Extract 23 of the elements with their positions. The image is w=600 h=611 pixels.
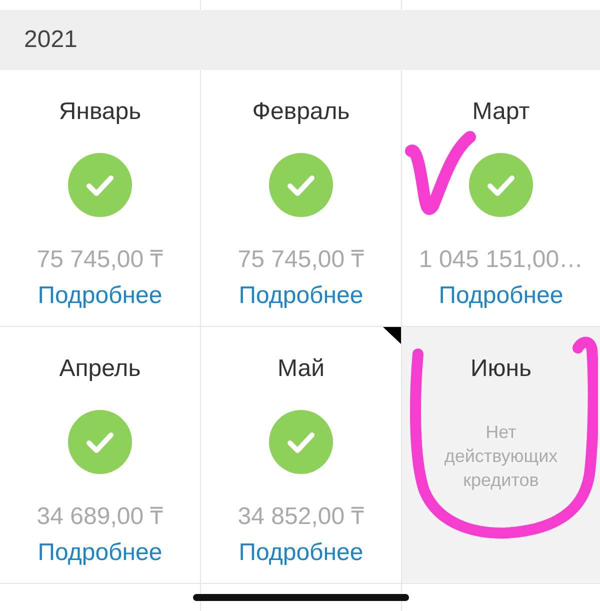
check-circle-icon <box>68 410 132 474</box>
payment-amount: 75 745,00 ₸ <box>36 245 164 275</box>
details-link[interactable]: Подробнее <box>238 280 364 312</box>
month-name: Апрель <box>59 354 141 384</box>
month-name: Июнь <box>470 354 532 384</box>
month-name: Май <box>277 354 324 384</box>
month-name: Январь <box>58 97 142 127</box>
month-name: Февраль <box>252 97 350 127</box>
payment-amount: 34 689,00 ₸ <box>36 502 164 532</box>
check-circle-icon <box>68 153 132 217</box>
check-circle-icon <box>269 410 333 474</box>
details-link[interactable]: Подробнее <box>238 537 364 569</box>
details-link[interactable]: Подробнее <box>438 280 564 312</box>
payment-amount: 75 745,00 ₸ <box>238 245 364 275</box>
check-circle-icon <box>469 153 533 217</box>
year-label: 2021 <box>24 25 78 55</box>
payment-amount: 34 852,00 ₸ <box>238 502 364 532</box>
payment-amount: 1 045 151,00… <box>418 245 584 275</box>
details-link[interactable]: Подробнее <box>38 280 162 312</box>
no-credits-message: Нет действующих кредитов <box>443 421 559 492</box>
details-link[interactable]: Подробнее <box>38 537 162 569</box>
check-circle-icon <box>269 153 333 217</box>
month-name: Март <box>472 97 530 127</box>
